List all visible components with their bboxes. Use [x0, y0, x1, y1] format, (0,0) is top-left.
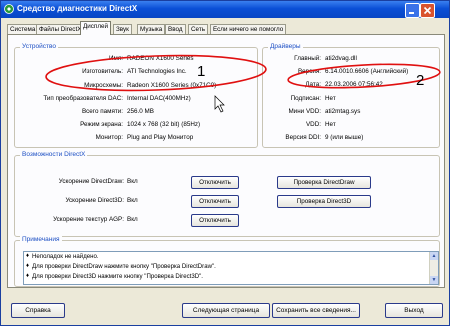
note-item: Для проверки Direct3D нажмите кнопку "Пр… [32, 273, 203, 280]
notes-group: Примечания ♦ Неполадок не найдено. ♦ Для… [14, 236, 440, 287]
annotation-ellipse-1 [45, 54, 267, 92]
mouse-cursor-icon [214, 95, 225, 113]
note-bullet-icon: ♦ [26, 253, 30, 259]
notes-list[interactable]: ♦ Неполадок не найдено. ♦ Для проверки D… [23, 251, 439, 285]
directdraw-accel-state: Вкл [127, 178, 138, 185]
agp-texture-accel-state: Вкл [127, 216, 138, 223]
help-button[interactable]: Справка [11, 303, 65, 318]
note-bullet-icon: ♦ [26, 273, 30, 279]
next-page-button[interactable]: Следующая страница [182, 303, 270, 318]
scroll-up-icon[interactable]: ▲ [430, 252, 438, 260]
window-title: Средство диагностики DirectX [17, 4, 138, 13]
annotation-number-2: 2 [416, 72, 425, 89]
notes-scrollbar[interactable]: ▲ ▼ [429, 252, 438, 284]
minimize-button[interactable] [405, 3, 420, 18]
close-button[interactable] [420, 3, 435, 18]
display-tab-panel: Устройство Имя: RADEON X1600 Series Изго… [7, 34, 445, 288]
minimize-icon [409, 12, 414, 14]
annotation-number-1: 1 [197, 63, 206, 80]
dxdiag-window: Средство диагностики DirectX Система Фай… [0, 0, 450, 326]
direct3d-accel-label: Ускорение Direct3D: [65, 197, 124, 204]
directdraw-accel-label: Ускорение DirectDraw: [58, 178, 124, 185]
direct3d-accel-state: Вкл [127, 197, 138, 204]
agp-texture-accel-label: Ускорение текстур AGP: [53, 216, 124, 223]
notes-group-label: Примечания [20, 236, 62, 243]
title-bar[interactable]: Средство диагностики DirectX [1, 1, 449, 18]
dxdiag-app-icon [4, 4, 14, 14]
test-direct3d-button[interactable]: Проверка Direct3D [277, 195, 371, 208]
save-all-info-button[interactable]: Сохранить все сведения... [272, 303, 360, 318]
note-item: Неполадок не найдено. [32, 253, 99, 260]
disable-agp-button[interactable]: Отключить [191, 214, 239, 227]
disable-directdraw-button[interactable]: Отключить [191, 176, 239, 189]
note-bullet-icon: ♦ [26, 263, 30, 269]
tab-display[interactable]: Дисплей [80, 21, 112, 35]
scroll-down-icon[interactable]: ▼ [430, 276, 438, 284]
disable-direct3d-button[interactable]: Отключить [191, 195, 239, 208]
directx-features-label: Возможности DirectX [20, 151, 88, 158]
test-directdraw-button[interactable]: Проверка DirectDraw [277, 176, 371, 189]
directx-features-group: Возможности DirectX Ускорение DirectDraw… [14, 151, 440, 237]
close-icon [423, 6, 432, 15]
exit-button[interactable]: Выход [385, 303, 443, 318]
note-item: Для проверки DirectDraw нажмите кнопку "… [32, 263, 216, 270]
